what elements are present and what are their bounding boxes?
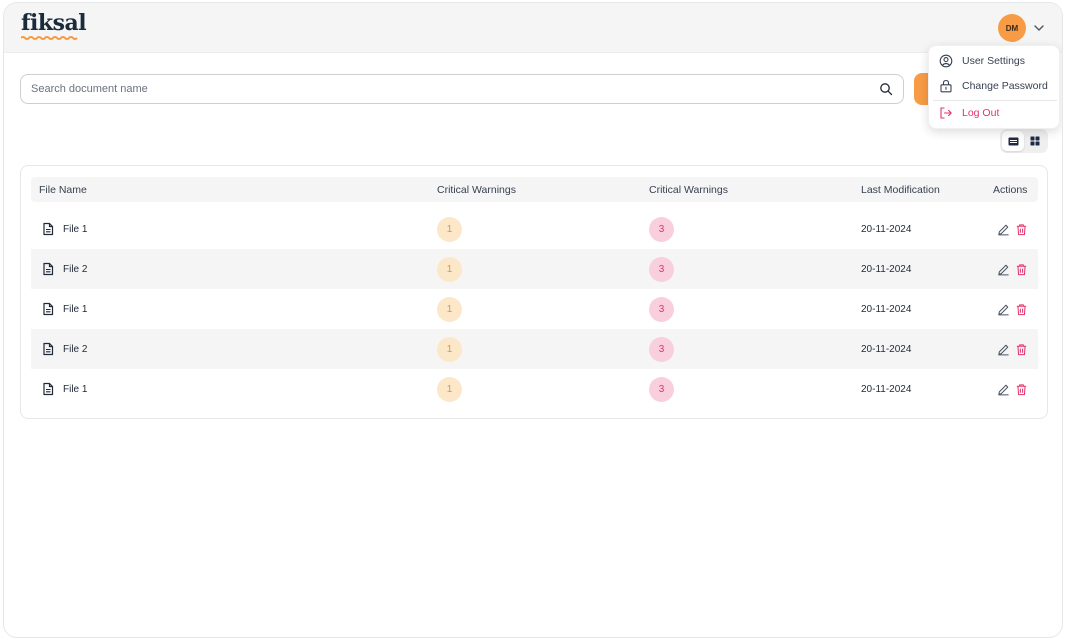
file-name[interactable]: File 1 (63, 384, 87, 395)
delete-icon[interactable] (1015, 383, 1028, 396)
menu-item-label: User Settings (962, 55, 1026, 67)
delete-icon[interactable] (1015, 343, 1028, 356)
column-header-critical-warnings[interactable]: Critical Warnings (437, 184, 516, 196)
menu-divider (933, 100, 1057, 101)
document-icon (43, 302, 54, 316)
edit-icon[interactable] (997, 263, 1010, 276)
table-header: File Name Critical Warnings Critical War… (31, 177, 1038, 202)
user-circle-icon (939, 54, 953, 68)
document-icon (43, 382, 54, 396)
critical-count-badge: 3 (649, 216, 674, 242)
logo[interactable]: fiksal (21, 10, 87, 40)
warning-count-badge: 1 (437, 256, 462, 282)
delete-icon[interactable] (1015, 263, 1028, 276)
column-header-file-name[interactable]: File Name (39, 184, 87, 196)
last-modified-date: 20-11-2024 (861, 263, 912, 275)
logo-text: fiksal (21, 10, 87, 36)
critical-count-badge: 3 (649, 256, 674, 282)
last-modified-date: 20-11-2024 (861, 223, 912, 235)
app-window: fiksal DM Search document name File Name… (3, 2, 1063, 638)
list-view-icon (1008, 137, 1018, 145)
edit-icon[interactable] (997, 303, 1010, 316)
last-modified-date: 20-11-2024 (861, 383, 912, 395)
list-view-button[interactable] (1002, 131, 1024, 151)
warning-count-badge: 1 (437, 296, 462, 322)
menu-item-label: Change Password (962, 80, 1048, 92)
column-header-last-modification[interactable]: Last Modification (861, 184, 940, 196)
delete-icon[interactable] (1015, 303, 1028, 316)
warning-count-badge: 1 (437, 336, 462, 362)
edit-icon[interactable] (997, 223, 1010, 236)
grid-view-button[interactable] (1024, 131, 1046, 151)
menu-item-label: Log Out (962, 107, 1000, 119)
table-row[interactable]: File 1 1 3 20-11-2024 (31, 369, 1038, 409)
file-name[interactable]: File 1 (63, 224, 87, 235)
table-row[interactable]: File 2 1 3 20-11-2024 (31, 249, 1038, 289)
last-modified-date: 20-11-2024 (861, 343, 912, 355)
chevron-down-icon[interactable] (1032, 21, 1046, 35)
menu-item-log-out[interactable]: Log Out (939, 102, 999, 124)
menu-item-user-settings[interactable]: User Settings (939, 50, 1025, 72)
top-bar: fiksal DM (4, 3, 1062, 53)
warning-count-badge: 1 (437, 216, 462, 242)
avatar[interactable]: DM (998, 14, 1026, 42)
file-name[interactable]: File 2 (63, 344, 87, 355)
logout-icon (940, 107, 952, 119)
last-modified-date: 20-11-2024 (861, 303, 912, 315)
warning-count-badge: 1 (437, 376, 462, 402)
documents-table: File Name Critical Warnings Critical War… (20, 165, 1048, 419)
delete-icon[interactable] (1015, 223, 1028, 236)
search-field[interactable] (20, 74, 904, 104)
search-input[interactable] (31, 83, 879, 95)
column-header-critical-warnings-2[interactable]: Critical Warnings (649, 184, 728, 196)
file-name[interactable]: File 1 (63, 304, 87, 315)
search-icon[interactable] (879, 82, 893, 96)
column-header-actions: Actions (993, 184, 1028, 196)
document-icon (43, 342, 54, 356)
grid-view-icon (1030, 136, 1040, 146)
file-name[interactable]: File 2 (63, 264, 87, 275)
lock-icon (940, 79, 952, 93)
view-toggle (1000, 129, 1048, 153)
critical-count-badge: 3 (649, 376, 674, 402)
document-icon (43, 222, 54, 236)
critical-count-badge: 3 (649, 336, 674, 362)
edit-icon[interactable] (997, 343, 1010, 356)
table-row[interactable]: File 2 1 3 20-11-2024 (31, 329, 1038, 369)
user-dropdown-menu: User Settings Change Password Log Out (928, 45, 1060, 129)
edit-icon[interactable] (997, 383, 1010, 396)
table-row[interactable]: File 1 1 3 20-11-2024 (31, 289, 1038, 329)
document-icon (43, 262, 54, 276)
critical-count-badge: 3 (649, 296, 674, 322)
menu-item-change-password[interactable]: Change Password (939, 75, 1048, 97)
logo-underline-icon (21, 36, 78, 40)
table-row[interactable]: File 1 1 3 20-11-2024 (31, 209, 1038, 249)
